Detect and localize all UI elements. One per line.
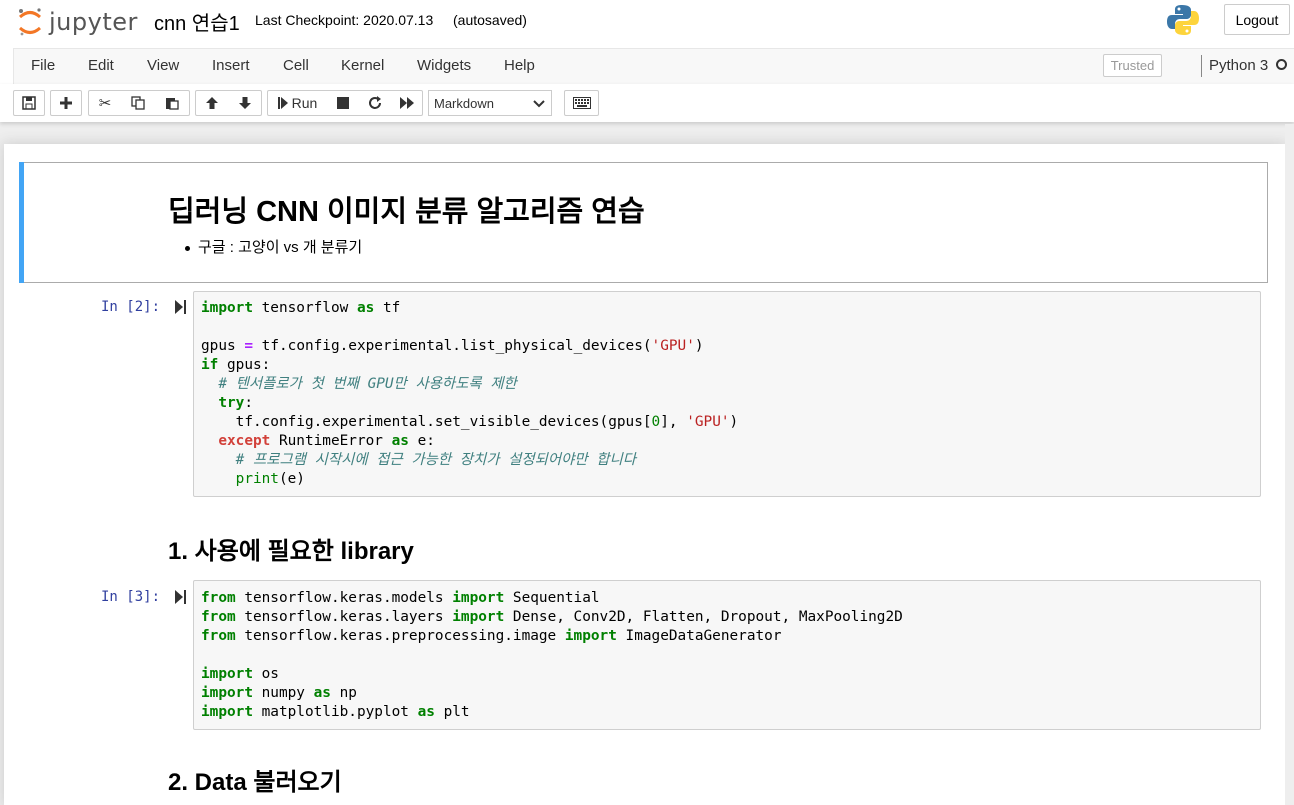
code-line: from tensorflow.keras.models import Sequ… <box>201 590 600 606</box>
kernel-name[interactable]: Python 3 <box>1209 57 1268 74</box>
autosave-status: (autosaved) <box>453 12 527 28</box>
code-line: gpus = tf.config.experimental.list_physi… <box>201 338 704 354</box>
code-line: import matplotlib.pyplot as plt <box>201 704 470 720</box>
refresh-icon <box>369 96 381 109</box>
fast-forward-icon <box>399 97 414 109</box>
toolbar: ✂ Run Markdown <box>0 84 1294 122</box>
stop-icon <box>337 97 349 109</box>
notebook-title[interactable]: cnn 연습1 <box>154 7 240 36</box>
cell-type-value: Markdown <box>434 95 494 111</box>
code-line: import tensorflow as tf <box>201 300 401 316</box>
restart-run-all-button[interactable] <box>391 90 423 116</box>
code-line: print(e) <box>235 471 305 487</box>
menu-file[interactable]: File <box>31 57 55 74</box>
notebook-container: 딥러닝 CNN 이미지 분류 알고리즘 연습 구글 : 고양이 vs 개 분류기… <box>4 144 1285 805</box>
kernel-idle-indicator <box>1276 59 1287 70</box>
menu-view[interactable]: View <box>147 57 179 74</box>
interrupt-button[interactable] <box>327 90 360 116</box>
cut-button[interactable]: ✂ <box>88 90 122 116</box>
command-palette-button[interactable] <box>564 90 599 116</box>
menu-edit[interactable]: Edit <box>88 57 114 74</box>
code-line: # 프로그램 시작시에 접근 가능한 장치가 설정되어야만 합니다 <box>235 452 636 468</box>
code-line: # 텐서플로가 첫 번째 GPU만 사용하도록 제한 <box>218 376 517 392</box>
menu-cell[interactable]: Cell <box>283 57 309 74</box>
plus-icon <box>60 97 72 109</box>
menu-help[interactable]: Help <box>504 57 535 74</box>
notebook-heading: 딥러닝 CNN 이미지 분류 알고리즘 연습 <box>168 196 645 228</box>
code-cell-input[interactable]: from tensorflow.keras.models import Sequ… <box>193 580 1261 730</box>
input-prompt: In [3]: <box>101 589 161 605</box>
run-label: Run <box>291 95 318 111</box>
copy-icon <box>131 96 145 110</box>
move-up-button[interactable] <box>195 90 229 116</box>
code-line: import numpy as np <box>201 685 357 701</box>
step-forward-icon <box>277 97 288 109</box>
scrollbar[interactable] <box>1285 124 1294 805</box>
paste-icon <box>166 98 179 110</box>
run-cell-icon[interactable] <box>175 590 187 604</box>
menu-kernel[interactable]: Kernel <box>341 57 384 74</box>
jupyter-logo-text: jupyter <box>49 8 138 36</box>
arrow-down-icon <box>238 97 251 109</box>
code-line: if gpus: <box>201 357 271 373</box>
run-cell-icon[interactable] <box>175 300 187 314</box>
python-logo-icon <box>1167 5 1199 35</box>
code-line: from tensorflow.keras.layers import Dens… <box>201 609 903 625</box>
trusted-button[interactable]: Trusted <box>1103 54 1162 77</box>
run-button[interactable]: Run <box>267 90 328 116</box>
cell-type-select[interactable]: Markdown <box>428 90 552 116</box>
restart-button[interactable] <box>359 90 392 116</box>
last-checkpoint: Last Checkpoint: 2020.07.13 <box>255 12 434 28</box>
jupyter-logo[interactable]: jupyter <box>17 5 138 39</box>
bullet-text: 구글 : 고양이 vs 개 분류기 <box>198 239 363 256</box>
save-button[interactable] <box>13 90 45 116</box>
kernel-separator <box>1201 55 1202 77</box>
input-prompt: In [2]: <box>101 299 161 315</box>
menu-widgets[interactable]: Widgets <box>417 57 471 74</box>
arrow-up-icon <box>206 97 218 109</box>
save-icon <box>22 96 36 110</box>
code-line: from tensorflow.keras.preprocessing.imag… <box>201 628 782 644</box>
jupyter-logo-icon <box>18 8 42 36</box>
chevron-down-icon <box>533 100 545 108</box>
selected-cell-indicator <box>19 162 24 283</box>
code-cell-input[interactable]: import tensorflow as tf gpus = tf.config… <box>193 291 1261 497</box>
section-heading: 2. Data 불러오기 <box>168 769 342 796</box>
section-heading: 1. 사용에 필요한 library <box>168 538 414 565</box>
copy-button[interactable] <box>121 90 156 116</box>
paste-button[interactable] <box>155 90 190 116</box>
keyboard-icon <box>572 97 591 109</box>
code-line: import os <box>201 666 279 682</box>
markdown-bullet: 구글 : 고양이 vs 개 분류기 <box>185 236 362 257</box>
move-down-button[interactable] <box>228 90 262 116</box>
header: jupyter cnn 연습1 Last Checkpoint: 2020.07… <box>0 0 1294 48</box>
logout-button[interactable]: Logout <box>1224 4 1290 35</box>
cut-icon: ✂ <box>98 95 112 112</box>
menubar: File Edit View Insert Cell Kernel Widget… <box>0 48 1294 85</box>
code-line: tf.config.experimental.set_visible_devic… <box>201 414 739 430</box>
code-line: except RuntimeError as e: <box>218 433 435 449</box>
code-line: try: <box>218 395 253 411</box>
menubar-container: File Edit View Insert Cell Kernel Widget… <box>13 48 1294 85</box>
insert-cell-button[interactable] <box>50 90 82 116</box>
menu-insert[interactable]: Insert <box>212 57 250 74</box>
